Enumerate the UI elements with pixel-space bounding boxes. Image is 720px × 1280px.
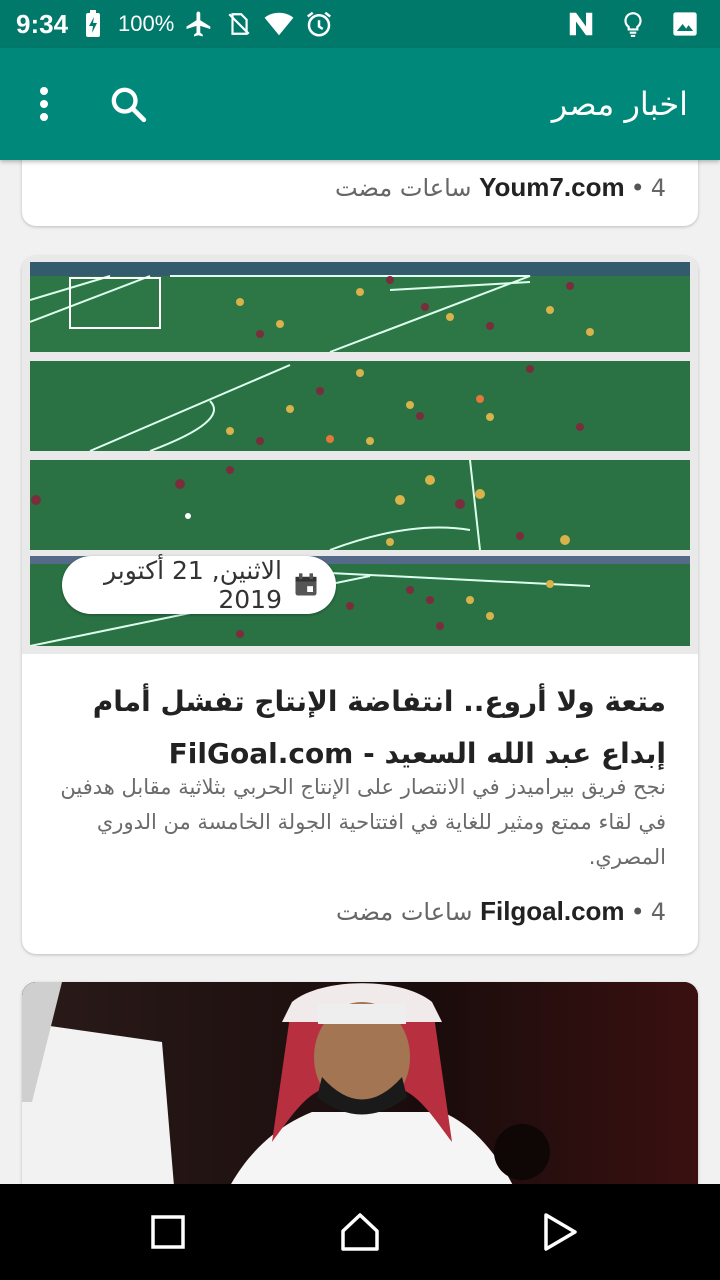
search-button[interactable] (102, 78, 154, 130)
article-image (22, 982, 698, 1184)
no-sim-icon (224, 9, 254, 39)
app-title: اخبار مصر (551, 85, 688, 123)
image-strip (30, 460, 690, 550)
article-headline[interactable]: متعة ولا أروع.. انتفاضة الإنتاج تفشل أما… (46, 676, 666, 780)
card-source-line: Youm7.com •4 ساعات مضت (334, 172, 666, 202)
overflow-menu-icon (40, 87, 48, 121)
source-name: Youm7.com (479, 172, 625, 202)
battery-charging-icon (78, 9, 108, 39)
image-icon (670, 9, 700, 39)
image-strip (30, 262, 690, 352)
card-source-line: Filgoal.com •4 ساعات مضت (335, 896, 666, 926)
status-bar: 9:34 100% (0, 0, 720, 48)
alarm-icon (304, 9, 334, 39)
source-name: Filgoal.com (480, 896, 625, 926)
article-image: الاثنين, 21 أكتوبر 2019 (22, 256, 698, 654)
home-icon (341, 1213, 379, 1251)
news-card[interactable]: Youm7.com •4 ساعات مضت (22, 160, 698, 226)
image-strip (30, 361, 690, 451)
nfc-icon (566, 9, 596, 39)
back-button[interactable] (534, 1206, 586, 1258)
status-time: 9:34 (16, 8, 69, 39)
wifi-icon (264, 9, 294, 39)
article-summary: نجح فريق بيراميدز في الانتصار على الإنتا… (60, 775, 666, 869)
article-date: الاثنين, 21 أكتوبر 2019 (103, 556, 282, 614)
date-chip: الاثنين, 21 أكتوبر 2019 (62, 556, 336, 614)
battery-percent: 100% (118, 11, 175, 36)
news-feed[interactable]: Youm7.com •4 ساعات مضت الاثنين, 21 أكتوب… (0, 160, 720, 1184)
system-nav-bar (0, 1184, 720, 1280)
search-icon (111, 87, 147, 123)
home-button[interactable] (334, 1206, 386, 1258)
news-card[interactable] (22, 982, 698, 1184)
lightbulb-icon (618, 9, 648, 39)
news-card[interactable]: الاثنين, 21 أكتوبر 2019 متعة ولا أروع.. … (22, 256, 698, 954)
airplane-mode-icon (184, 9, 214, 39)
back-icon (544, 1213, 577, 1251)
app-bar: اخبار مصر (0, 48, 720, 160)
calendar-icon (292, 570, 320, 600)
recents-icon (151, 1215, 185, 1249)
overflow-menu-button[interactable] (22, 78, 66, 130)
recents-button[interactable] (142, 1206, 194, 1258)
